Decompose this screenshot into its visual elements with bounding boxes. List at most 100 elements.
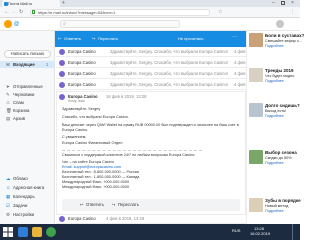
body-regards: С уважением, bbox=[62, 135, 87, 139]
toolbar-reply-button[interactable]: Ответить bbox=[64, 36, 81, 41]
sidebar-app-settings[interactable]: Настройки bbox=[13, 212, 34, 217]
message-date: 4 фев bbox=[234, 49, 246, 54]
show-desktop-button[interactable] bbox=[292, 224, 293, 240]
body-divider bbox=[62, 150, 202, 151]
taskbar-browser-icon[interactable] bbox=[46, 227, 56, 237]
spam-icon: ⚠ bbox=[6, 100, 11, 105]
ad-link[interactable]: Подробнее bbox=[265, 44, 284, 48]
settings-gear-icon: ⚙ bbox=[6, 212, 11, 217]
open-message-date: 16 фев в 2019, 13:28 bbox=[106, 94, 147, 99]
ad-link[interactable]: Подробнее bbox=[265, 114, 284, 118]
contacts-icon: ☺ bbox=[6, 185, 11, 190]
sidebar-app-cloud[interactable]: Облако bbox=[13, 176, 28, 181]
url-input[interactable]: https://e.mail.ru/inbox/?message=0&from=… bbox=[30, 9, 210, 16]
contacts-fax-1: Международный Факс: +000-000-0000 bbox=[62, 180, 130, 184]
mail-logo-icon[interactable] bbox=[4, 20, 12, 28]
back-icon[interactable]: ← bbox=[4, 9, 9, 15]
ad-text: Новый метод bbox=[265, 204, 289, 208]
body-signature: Europa Casino Финансовый Отдел bbox=[62, 141, 123, 145]
reply-button[interactable]: Ответить bbox=[86, 202, 104, 207]
open-message-avatar bbox=[59, 94, 65, 100]
message-date: 4 фев bbox=[234, 60, 246, 65]
tray-language[interactable]: RUS bbox=[232, 228, 240, 233]
ad-text: Смешайте кефир с... bbox=[265, 39, 302, 43]
avatar[interactable] bbox=[276, 20, 284, 28]
lock-icon bbox=[32, 10, 35, 14]
ad-image[interactable] bbox=[249, 68, 263, 82]
taskbar-folder-icon[interactable] bbox=[32, 227, 42, 237]
sidebar-item-spam[interactable]: Спам bbox=[13, 100, 24, 105]
contacts-fax-2: Международный Факс: +000-000-0000 bbox=[62, 185, 130, 189]
sidebar-item-archive[interactable]: Архив bbox=[13, 116, 25, 121]
ad-title[interactable]: Долго сидишь? bbox=[265, 103, 300, 108]
mail-logo-text: @ bbox=[14, 21, 19, 27]
message-preview: Здравствуйте, Sergey. Спасибо, что выбра… bbox=[110, 82, 228, 87]
reply-icon: ↩ bbox=[80, 202, 84, 207]
ad-link[interactable]: Подробнее bbox=[265, 79, 284, 83]
sidebar-item-drafts[interactable]: Черновики bbox=[13, 92, 34, 97]
sent-icon: ➤ bbox=[6, 84, 10, 89]
taskbar-explorer-icon[interactable] bbox=[18, 227, 28, 237]
contacts-phone-ru: Бесплатный тел.: 8-800-000-0000 — Россия bbox=[62, 170, 139, 174]
forward-icon[interactable]: → bbox=[11, 9, 16, 15]
contacts-email-link[interactable]: Email: support@europacasino.com bbox=[62, 165, 121, 170]
minimize-icon[interactable]: – bbox=[272, 0, 275, 6]
body-thanks: Спасибо, что выбрали Europa Casino. bbox=[62, 115, 129, 119]
tab-title: Почта Mail.ru bbox=[8, 1, 33, 6]
mail-search-input[interactable] bbox=[60, 20, 180, 28]
close-window-icon[interactable]: × bbox=[291, 0, 294, 6]
message-date: 4 фев bbox=[234, 71, 246, 76]
compose-button[interactable]: Написать письмо bbox=[4, 50, 51, 58]
ad-image[interactable] bbox=[249, 33, 263, 47]
trash-icon: 🗑 bbox=[6, 108, 12, 113]
sidebar-app-calendar[interactable]: Календарь bbox=[13, 194, 35, 199]
tray-date[interactable]: 16.02.2019 bbox=[250, 231, 270, 236]
toolbar-unread-button[interactable]: Не прочитано bbox=[178, 36, 204, 41]
sidebar-item-inbox[interactable]: Входящие bbox=[13, 62, 35, 67]
ad-image[interactable] bbox=[249, 103, 263, 117]
ad-title[interactable]: Выбор сезона bbox=[265, 150, 297, 155]
ad-text: Скидки до 50% bbox=[265, 156, 292, 160]
message-preview: Здравствуйте, Sergey. Спасибо, что выбра… bbox=[110, 71, 228, 76]
sender-avatar bbox=[59, 71, 65, 77]
message-preview: Здравствуйте, Sergey. Спасибо, что выбра… bbox=[110, 60, 228, 65]
forward-button[interactable]: Переслать bbox=[118, 202, 139, 207]
ad-title[interactable]: Боли в суставах? bbox=[265, 33, 304, 38]
search-icon: ⌕ bbox=[63, 21, 66, 27]
message-sender: Europa Casino bbox=[68, 71, 96, 76]
sender-avatar bbox=[59, 60, 65, 66]
sidebar-item-trash[interactable]: Корзина bbox=[13, 108, 29, 113]
message-date: 4 фев bbox=[234, 82, 246, 87]
message-preview: Здравствуйте, Sergey. Спасибо, что выбра… bbox=[110, 49, 228, 54]
windows-start-icon[interactable] bbox=[3, 227, 13, 237]
archive-icon: ▤ bbox=[6, 116, 11, 121]
contacts-intro: Связаться с поддержкой клиентов 24/7 по … bbox=[62, 153, 196, 157]
ad-text: Что будет модно bbox=[265, 74, 295, 78]
inbox-icon: ✉ bbox=[6, 62, 10, 67]
ad-link[interactable]: Подробнее bbox=[265, 209, 284, 213]
ads-column bbox=[246, 31, 300, 224]
message-sender: Europa Casino bbox=[68, 216, 96, 221]
message-sender: Europa Casino bbox=[68, 49, 96, 54]
sidebar-app-contacts[interactable]: Адресная книга bbox=[13, 185, 44, 190]
new-tab-icon[interactable]: + bbox=[62, 1, 65, 6]
cloud-icon: ☁ bbox=[6, 176, 11, 181]
ad-link[interactable]: Подробнее bbox=[265, 161, 284, 165]
calendar-icon: ▦ bbox=[6, 194, 11, 199]
ad-title[interactable]: Тренды 2019 bbox=[265, 68, 294, 73]
toolbar-forward-button[interactable]: Переслать bbox=[98, 36, 118, 41]
ad-title[interactable]: Зубы в порядке bbox=[265, 198, 301, 203]
more-icon[interactable]: ⋯ bbox=[232, 35, 237, 40]
maximize-icon[interactable] bbox=[281, 1, 285, 5]
ad-image[interactable] bbox=[249, 198, 263, 212]
message-date: 4 фев в 2019, 13:28 bbox=[106, 216, 145, 221]
sidebar-app-tasks[interactable]: Задачи bbox=[13, 203, 27, 208]
sidebar-item-sent[interactable]: Отправленные bbox=[13, 84, 43, 89]
forward-msg-icon: ↪ bbox=[112, 202, 116, 207]
tasks-icon: ☑ bbox=[6, 203, 11, 208]
browser-menu-icon[interactable]: ⋮ bbox=[290, 9, 295, 15]
bookmark-star-icon[interactable]: ☆ bbox=[218, 9, 222, 15]
reload-icon[interactable]: ↻ bbox=[19, 9, 23, 15]
ad-image[interactable] bbox=[249, 150, 263, 164]
sender-avatar bbox=[59, 216, 65, 222]
